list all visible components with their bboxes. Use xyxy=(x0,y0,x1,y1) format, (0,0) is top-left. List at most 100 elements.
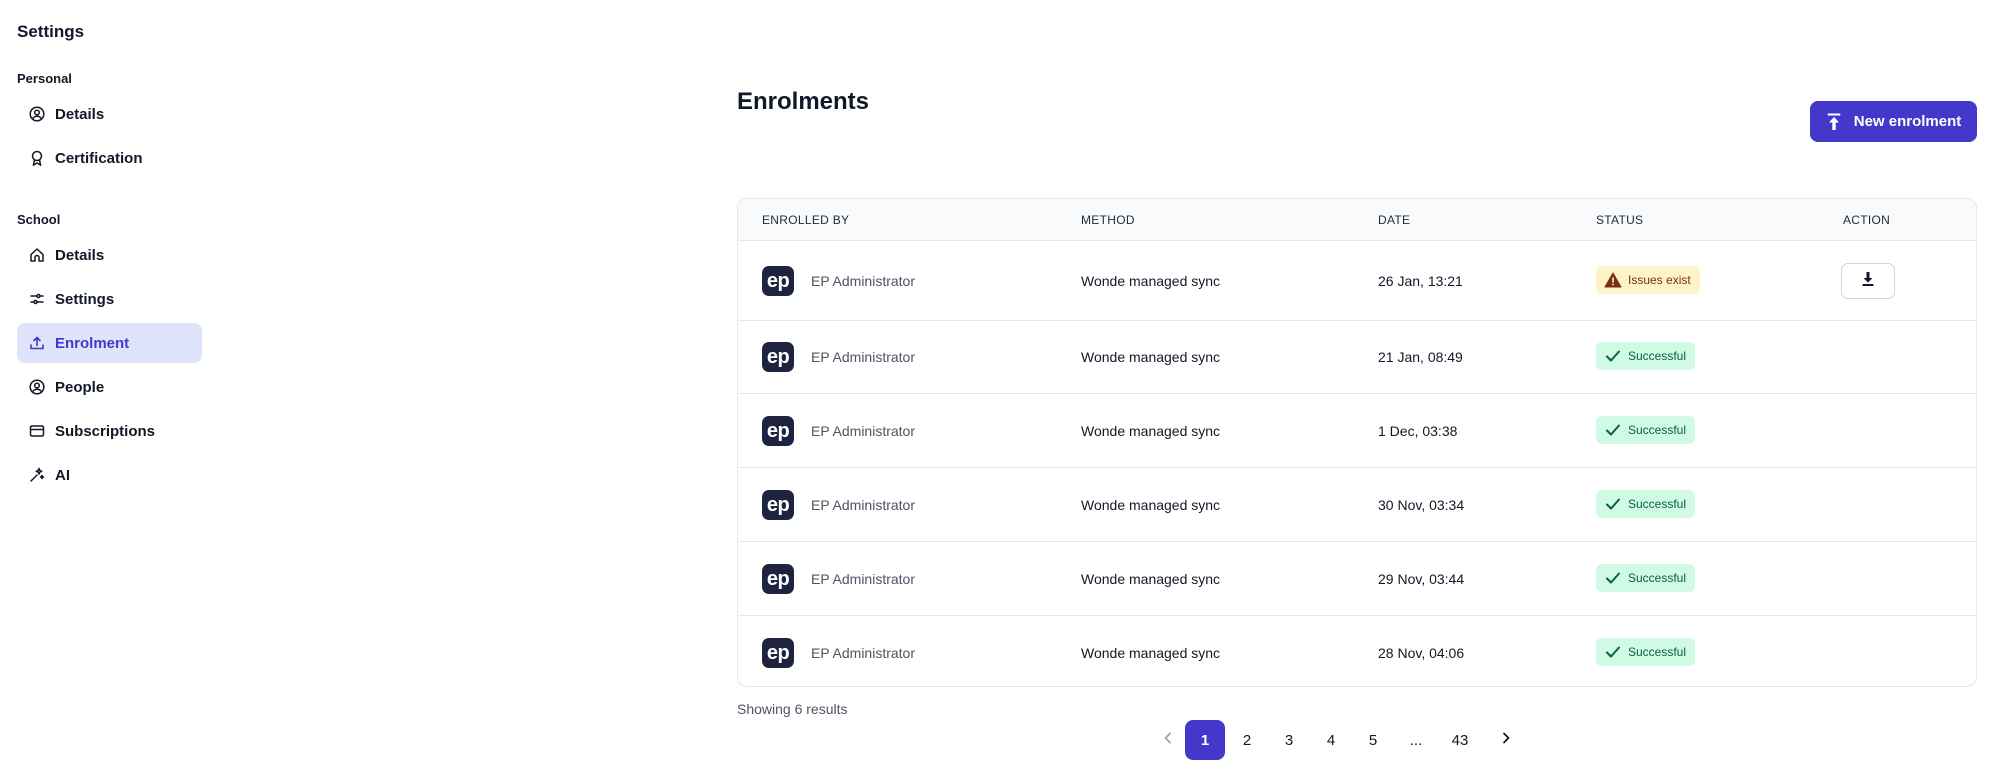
sparkle-wand-icon xyxy=(29,467,45,483)
enrolled-by-cell: EP Administrator xyxy=(811,349,916,365)
new-enrolment-button[interactable]: New enrolment xyxy=(1810,101,1977,142)
status-text: Successful xyxy=(1628,423,1687,437)
settings-sidebar: Settings Personal Details Certification … xyxy=(0,0,220,771)
sidebar-item-enrolment[interactable]: Enrolment xyxy=(17,323,202,363)
sliders-icon xyxy=(29,291,45,307)
status-text: Issues exist xyxy=(1628,273,1691,287)
pagination-page-2[interactable]: 2 xyxy=(1227,720,1267,760)
sidebar-item-certification[interactable]: Certification xyxy=(17,138,202,178)
home-icon xyxy=(29,247,45,263)
sidebar-item-school-details[interactable]: Details xyxy=(17,235,202,275)
pagination-page-43[interactable]: 43 xyxy=(1440,720,1480,760)
credit-card-icon xyxy=(29,423,45,439)
column-header-date: DATE xyxy=(1378,213,1411,227)
column-header-method: METHOD xyxy=(1081,213,1135,227)
date-cell: 26 Jan, 13:21 xyxy=(1378,273,1463,289)
enrolments-table: ENROLLED BY METHOD DATE STATUS ACTION ep… xyxy=(737,198,1977,687)
method-cell: Wonde managed sync xyxy=(1081,423,1221,439)
status-text: Successful xyxy=(1628,349,1687,363)
check-icon xyxy=(1604,570,1622,586)
sidebar-item-label: Details xyxy=(55,246,105,264)
pagination-ellipsis: ... xyxy=(1409,731,1423,749)
sidebar-item-settings[interactable]: Settings xyxy=(17,279,202,319)
method-cell: Wonde managed sync xyxy=(1081,497,1221,513)
status-badge: Successful xyxy=(1596,490,1696,518)
award-icon xyxy=(29,150,45,166)
chevron-right-icon xyxy=(1501,731,1511,749)
method-cell: Wonde managed sync xyxy=(1081,273,1221,289)
method-cell: Wonde managed sync xyxy=(1081,645,1221,661)
user-circle-icon xyxy=(29,106,45,122)
avatar: ep xyxy=(762,564,794,594)
status-badge: Successful xyxy=(1596,638,1696,666)
sidebar-item-label: Details xyxy=(55,105,105,123)
sidebar-item-label: Subscriptions xyxy=(55,422,156,440)
section-label-personal: Personal xyxy=(17,71,72,86)
status-badge: Issues exist xyxy=(1596,266,1700,294)
table-row: ep EP Administrator Wonde managed sync 2… xyxy=(738,321,1976,394)
results-count: Showing 6 results xyxy=(737,701,848,717)
column-header-action: ACTION xyxy=(1843,213,1891,227)
sidebar-item-personal-details[interactable]: Details xyxy=(17,94,202,134)
date-cell: 29 Nov, 03:44 xyxy=(1378,571,1465,587)
status-badge: Successful xyxy=(1596,564,1696,592)
table-row: ep EP Administrator Wonde managed sync 2… xyxy=(738,542,1976,616)
chevron-left-icon xyxy=(1163,731,1173,749)
sidebar-item-label: Certification xyxy=(55,149,143,167)
enrolled-by-cell: EP Administrator xyxy=(811,273,916,289)
enrolled-by-cell: EP Administrator xyxy=(811,423,916,439)
date-cell: 1 Dec, 03:38 xyxy=(1378,423,1458,439)
sidebar-item-ai[interactable]: AI xyxy=(17,455,202,495)
check-icon xyxy=(1604,422,1622,438)
pagination-next-button[interactable] xyxy=(1494,720,1518,760)
sidebar-item-label: Settings xyxy=(55,290,115,308)
pagination-prev-button[interactable] xyxy=(1156,720,1180,760)
upload-arrow-icon xyxy=(1826,113,1842,131)
column-header-status: STATUS xyxy=(1596,213,1644,227)
date-cell: 30 Nov, 03:34 xyxy=(1378,497,1465,513)
check-icon xyxy=(1604,348,1622,364)
check-icon xyxy=(1604,644,1622,660)
upload-icon xyxy=(29,335,45,351)
check-icon xyxy=(1604,496,1622,512)
method-cell: Wonde managed sync xyxy=(1081,571,1221,587)
table-row: ep EP Administrator Wonde managed sync 2… xyxy=(738,616,1976,686)
status-badge: Successful xyxy=(1596,416,1696,444)
sidebar-item-label: AI xyxy=(55,466,70,484)
table-row: ep EP Administrator Wonde managed sync 3… xyxy=(738,468,1976,542)
status-text: Successful xyxy=(1628,497,1687,511)
new-enrolment-label: New enrolment xyxy=(1853,113,1962,130)
table-row: ep EP Administrator Wonde managed sync 2… xyxy=(738,241,1976,321)
sidebar-item-label: People xyxy=(55,378,105,396)
avatar: ep xyxy=(762,638,794,668)
download-button[interactable] xyxy=(1841,263,1895,299)
status-text: Successful xyxy=(1628,571,1687,585)
section-label-school: School xyxy=(17,212,61,227)
enrolled-by-cell: EP Administrator xyxy=(811,497,916,513)
sidebar-item-people[interactable]: People xyxy=(17,367,202,407)
avatar: ep xyxy=(762,490,794,520)
enrolled-by-cell: EP Administrator xyxy=(811,571,916,587)
sidebar-title: Settings xyxy=(17,22,85,41)
pagination-page-4[interactable]: 4 xyxy=(1311,720,1351,760)
avatar: ep xyxy=(762,416,794,446)
avatar: ep xyxy=(762,342,794,372)
warning-triangle-icon xyxy=(1604,272,1622,288)
table-header: ENROLLED BY METHOD DATE STATUS ACTION xyxy=(738,199,1976,241)
pagination-page-3[interactable]: 3 xyxy=(1269,720,1309,760)
avatar: ep xyxy=(762,266,794,296)
page-title: Enrolments xyxy=(737,88,870,115)
status-badge: Successful xyxy=(1596,342,1696,370)
pagination-page-1[interactable]: 1 xyxy=(1185,720,1225,760)
status-text: Successful xyxy=(1628,645,1687,659)
sidebar-item-label: Enrolment xyxy=(55,334,130,352)
method-cell: Wonde managed sync xyxy=(1081,349,1221,365)
date-cell: 21 Jan, 08:49 xyxy=(1378,349,1463,365)
sidebar-item-subscriptions[interactable]: Subscriptions xyxy=(17,411,202,451)
enrolled-by-cell: EP Administrator xyxy=(811,645,916,661)
user-circle-icon xyxy=(29,379,45,395)
pagination-page-5[interactable]: 5 xyxy=(1353,720,1393,760)
column-header-enrolled-by: ENROLLED BY xyxy=(762,213,850,227)
table-row: ep EP Administrator Wonde managed sync 1… xyxy=(738,394,1976,468)
download-icon xyxy=(1861,271,1875,292)
